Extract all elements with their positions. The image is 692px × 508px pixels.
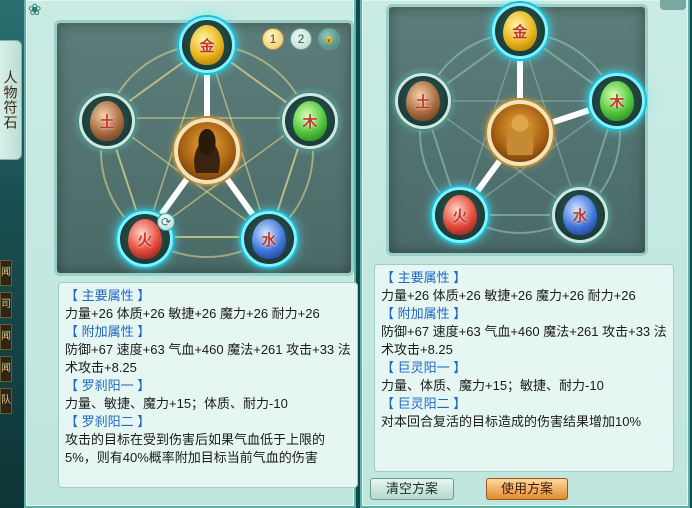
- corner-ornament-icon: ❀: [28, 2, 42, 19]
- rune-node-gold[interactable]: 金: [179, 17, 235, 73]
- water-gem-icon: 水: [563, 195, 597, 235]
- section-title: 【 附加属性 】: [65, 324, 151, 339]
- rune-node-water[interactable]: 水: [552, 187, 608, 243]
- plan-page-1[interactable]: 1: [262, 28, 284, 50]
- plan-page-selector: 1 2 🔒: [262, 28, 340, 50]
- rune-panel-left: ❀ 金 木 水 火 土 ⟳ 1 2 🔒 【 主要属性 】 力量+26 体质+26…: [24, 0, 358, 508]
- section-body: 力量、体质、魔力+15；敏捷、耐力-10: [381, 378, 604, 393]
- fire-gem-icon: 火: [443, 195, 477, 235]
- rune-node-earth[interactable]: 土: [79, 93, 135, 149]
- section-body: 对本回合复活的目标造成的伤害结果增加10%: [381, 414, 642, 429]
- rune-panel-right: 金 木 水 火 土 【 主要属性 】 力量+26 体质+26 敏捷+26 魔力+…: [360, 0, 690, 508]
- corner-ornament: [660, 0, 686, 10]
- rune-diagram-left: 金 木 水 火 土 ⟳: [54, 17, 354, 276]
- section-title: 【 巨灵阳一 】: [381, 360, 467, 375]
- section-body: 力量、敏捷、魔力+15；体质、耐力-10: [65, 396, 288, 411]
- side-tab-character-runes[interactable]: 人物符石: [0, 40, 22, 160]
- wood-gem-icon: 木: [293, 101, 327, 141]
- plan-page-locked-icon[interactable]: 🔒: [318, 28, 340, 50]
- rune-node-wood[interactable]: 木: [589, 73, 645, 129]
- section-body: 防御+67 速度+63 气血+460 魔法+261 攻击+33 法术攻击+8.2…: [381, 324, 667, 357]
- section-title: 【 罗刹阳一 】: [65, 378, 151, 393]
- gold-gem-icon: 金: [190, 25, 224, 65]
- character-portrait: [487, 100, 553, 166]
- side-strip-item[interactable]: 司: [0, 292, 12, 318]
- plan-page-2[interactable]: 2: [290, 28, 312, 50]
- earth-gem-icon: 土: [90, 101, 124, 141]
- section-title: 【 罗刹阳二 】: [65, 414, 151, 429]
- use-plan-button[interactable]: 使用方案: [486, 478, 568, 500]
- section-title: 【 附加属性 】: [381, 306, 467, 321]
- water-gem-icon: 水: [252, 219, 286, 259]
- side-tab-label: 人物符石: [2, 70, 19, 130]
- side-strip-item[interactable]: 闻: [0, 356, 12, 382]
- wood-gem-icon: 木: [600, 81, 634, 121]
- attribute-text-right: 【 主要属性 】 力量+26 体质+26 敏捷+26 魔力+26 耐力+26 【…: [374, 264, 674, 472]
- section-body: 攻击的目标在受到伤害后如果气血低于上限的5%，则有40%概率附加目标当前气血的伤…: [65, 432, 326, 465]
- character-portrait: [174, 118, 240, 184]
- attribute-text-left: 【 主要属性 】 力量+26 体质+26 敏捷+26 魔力+26 耐力+26 【…: [58, 282, 358, 488]
- character-avatar-icon: [500, 111, 540, 155]
- side-strip-item[interactable]: 闻: [0, 260, 12, 286]
- section-body: 力量+26 体质+26 敏捷+26 魔力+26 耐力+26: [65, 306, 320, 321]
- section-title: 【 主要属性 】: [65, 288, 151, 303]
- refresh-icon[interactable]: ⟳: [157, 213, 175, 231]
- section-body: 力量+26 体质+26 敏捷+26 魔力+26 耐力+26: [381, 288, 636, 303]
- section-title: 【 主要属性 】: [381, 270, 467, 285]
- clear-plan-button[interactable]: 清空方案: [370, 478, 454, 500]
- earth-gem-icon: 土: [406, 81, 440, 121]
- gold-gem-icon: 金: [503, 11, 537, 51]
- section-title: 【 巨灵阳二 】: [381, 396, 467, 411]
- side-strip-item[interactable]: 闻: [0, 324, 12, 350]
- rune-diagram-right: 金 木 水 火 土: [386, 3, 648, 256]
- side-strip-item[interactable]: 队: [0, 388, 12, 414]
- character-avatar-icon: [187, 129, 227, 173]
- rune-node-earth[interactable]: 土: [395, 73, 451, 129]
- rune-node-gold[interactable]: 金: [492, 3, 548, 59]
- section-body: 防御+67 速度+63 气血+460 魔法+261 攻击+33 法术攻击+8.2…: [65, 342, 351, 375]
- rune-node-wood[interactable]: 木: [282, 93, 338, 149]
- side-strip: 闻 司 闻 闻 队: [0, 260, 12, 500]
- rune-node-water[interactable]: 水: [241, 211, 297, 267]
- rune-node-fire[interactable]: 火: [432, 187, 488, 243]
